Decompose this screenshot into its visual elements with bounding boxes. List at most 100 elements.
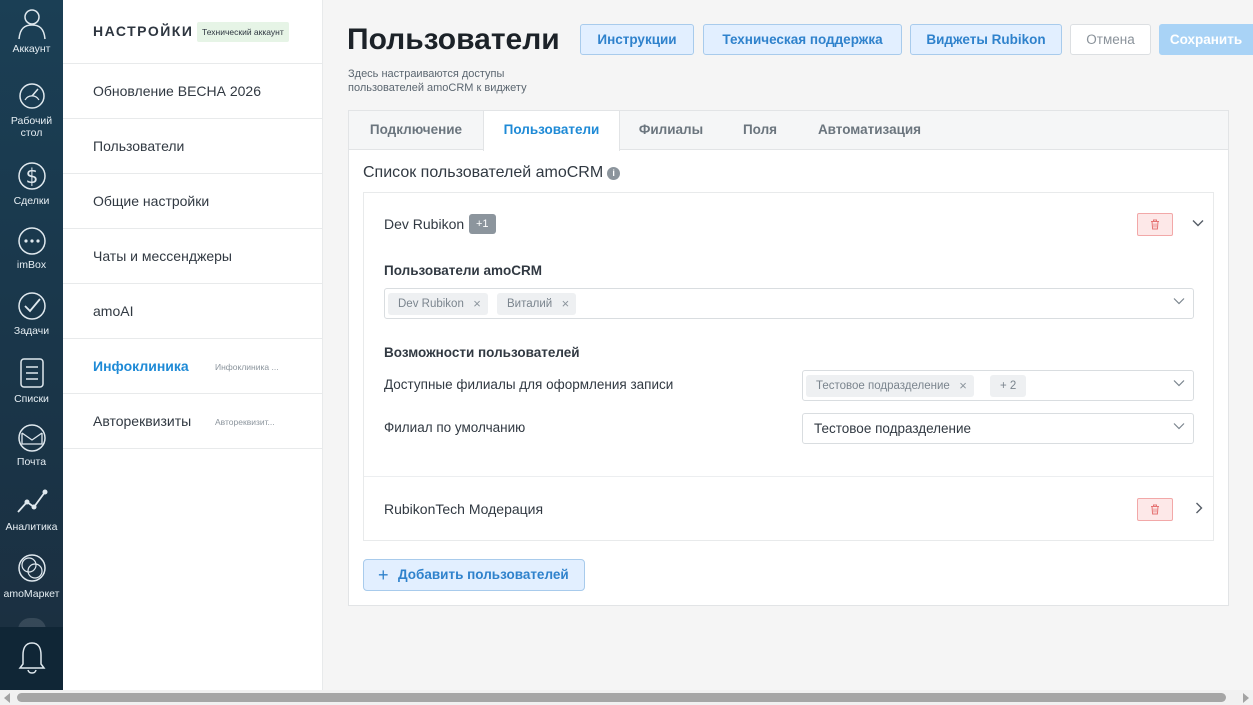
amocrm-users-title: Пользователи amoCRM (384, 263, 542, 278)
remove-chip-icon[interactable]: × (473, 293, 481, 315)
nav-mail[interactable]: Почта (0, 423, 63, 468)
remove-chip-icon[interactable]: × (959, 375, 967, 397)
more-branches-chip[interactable]: + 2 (990, 375, 1027, 397)
user-capabilities-title: Возможности пользователей (384, 345, 580, 360)
branch-chip-label: Тестовое подразделение (816, 380, 950, 392)
sidebar-item-infoclinic[interactable]: Инфоклиника Инфоклиника ... (63, 339, 322, 394)
user-chip: Виталий × (497, 293, 577, 315)
nav-tasks-label: Задачи (13, 325, 50, 337)
tab-users[interactable]: Пользователи (483, 111, 620, 151)
sidebar-item-label: Чаты и мессенджеры (93, 248, 232, 264)
instructions-button[interactable]: Инструкции (580, 24, 694, 55)
page-description: Здесь настраиваются доступы пользователе… (348, 68, 527, 94)
nav-inbox[interactable]: imBox (0, 226, 63, 271)
nav-market[interactable]: amoМаркет (0, 551, 63, 600)
chevron-down-icon (1173, 423, 1185, 430)
dollar-icon: $ (17, 162, 46, 190)
scroll-left-arrow-icon[interactable] (4, 693, 10, 703)
sidebar-item-label: Обновление ВЕСНА 2026 (93, 83, 261, 99)
account-icon (17, 9, 46, 40)
nav-dashboard[interactable]: Рабочий стол (0, 80, 63, 139)
add-users-label: Добавить пользователей (398, 567, 569, 582)
nav-lists-label: Списки (14, 393, 49, 405)
nav-lists[interactable]: Списки (0, 356, 63, 405)
available-branches-select[interactable]: Тестовое подразделение × + 2 (802, 370, 1194, 401)
support-button[interactable]: Техническая поддержка (703, 24, 902, 55)
user-chip-label: Dev Rubikon (398, 298, 464, 310)
settings-title: НАСТРОЙКИ (93, 23, 194, 39)
add-users-button[interactable]: + Добавить пользователей (363, 559, 585, 591)
settings-sidebar-header: НАСТРОЙКИ Технический аккаунт (63, 0, 322, 64)
user-group-name[interactable]: Dev Rubikon (384, 216, 464, 232)
tab-connection[interactable]: Подключение (349, 111, 483, 150)
rubikon-widgets-button[interactable]: Виджеты Rubikon (910, 24, 1062, 55)
sidebar-item-sublabel: Автореквизит... (215, 417, 275, 427)
delete-group-button[interactable] (1137, 498, 1173, 521)
scrollbar-thumb[interactable] (17, 693, 1226, 702)
nav-account[interactable]: Аккаунт (0, 6, 63, 55)
trash-icon (1151, 219, 1159, 230)
branch-chip: Тестовое подразделение × (806, 375, 974, 397)
nav-deals-label: Сделки (13, 195, 50, 207)
user-group-name[interactable]: RubikonTech Модерация (384, 501, 543, 517)
sidebar-item-update-spring-2026[interactable]: Обновление ВЕСНА 2026 (63, 64, 322, 119)
dashboard-icon (18, 83, 45, 109)
mail-icon (17, 424, 46, 452)
default-branch-select[interactable]: Тестовое подразделение (802, 413, 1194, 444)
main-content: Пользователи Здесь настраиваются доступы… (323, 0, 1253, 690)
tab-bar: Подключение Пользователи Филиалы Поля Ав… (349, 111, 1228, 151)
extra-count-badge: +1 (469, 214, 496, 234)
chevron-down-icon (1173, 298, 1185, 305)
remove-chip-icon[interactable]: × (562, 293, 570, 315)
cancel-button[interactable]: Отмена (1070, 24, 1151, 55)
chevron-down-icon[interactable] (1192, 219, 1204, 227)
nav-dashboard-label: Рабочий (10, 115, 53, 127)
sidebar-item-general-settings[interactable]: Общие настройки (63, 174, 322, 229)
nav-analytics-label: Аналитика (5, 521, 58, 533)
nav-tasks[interactable]: Задачи (0, 290, 63, 337)
sidebar-item-chats-messengers[interactable]: Чаты и мессенджеры (63, 229, 322, 284)
trash-icon (1151, 504, 1159, 515)
technical-account-badge: Технический аккаунт (197, 22, 289, 42)
checkmark-icon (17, 292, 46, 320)
nav-inbox-label: imBox (16, 259, 47, 271)
info-icon[interactable]: i (607, 167, 621, 180)
sidebar-item-users[interactable]: Пользователи (63, 119, 322, 174)
bell-icon (18, 642, 45, 674)
chat-icon (17, 227, 46, 255)
available-branches-label: Доступные филиалы для оформления записи (384, 377, 674, 392)
chevron-right-icon[interactable] (1195, 502, 1203, 514)
nav-account-label: Аккаунт (12, 43, 51, 55)
nav-notifications[interactable] (0, 627, 63, 690)
tab-branches[interactable]: Филиалы (620, 111, 722, 150)
users-list-title-text: Список пользователей amoCRM (363, 164, 604, 181)
list-icon (19, 358, 44, 388)
nav-dashboard-label-2: стол (20, 127, 43, 139)
nav-analytics[interactable]: Аналитика (0, 486, 63, 533)
delete-group-button[interactable] (1137, 213, 1173, 236)
horizontal-scrollbar[interactable] (0, 690, 1253, 705)
default-branch-label: Филиал по умолчанию (384, 420, 526, 435)
plus-icon: + (378, 565, 389, 585)
nav-deals[interactable]: $ Сделки (0, 158, 63, 207)
market-icon (17, 554, 46, 582)
left-navigation: Аккаунт Рабочий стол $ Сделки imBox Зада… (0, 0, 63, 690)
sidebar-item-amoai[interactable]: amoAI (63, 284, 322, 339)
tab-automation[interactable]: Автоматизация (798, 111, 941, 150)
sidebar-item-label: Инфоклиника (93, 358, 189, 374)
amocrm-users-select[interactable]: Dev Rubikon × Виталий × (384, 288, 1194, 319)
sidebar-item-label: Автореквизиты (93, 413, 192, 429)
sidebar-item-sublabel: Инфоклиника ... (215, 362, 279, 372)
scroll-right-arrow-icon[interactable] (1243, 693, 1249, 703)
user-group-dev-rubikon: Dev Rubikon +1 Пользователи amoCRM Dev R… (364, 193, 1213, 476)
save-button[interactable]: Сохранить (1159, 24, 1253, 55)
sidebar-item-autorequisites[interactable]: Автореквизиты Автореквизит... (63, 394, 322, 449)
sidebar-item-label: Пользователи (93, 138, 185, 154)
settings-sidebar: НАСТРОЙКИ Технический аккаунт Обновление… (63, 0, 323, 690)
default-branch-value: Тестовое подразделение (814, 421, 972, 436)
chevron-down-icon (1173, 380, 1185, 387)
tab-fields[interactable]: Поля (722, 111, 798, 150)
page-title: Пользователи (347, 23, 560, 56)
user-group-rubikontech-moderation[interactable]: RubikonTech Модерация (364, 476, 1213, 540)
sidebar-item-label: amoAI (93, 303, 134, 319)
